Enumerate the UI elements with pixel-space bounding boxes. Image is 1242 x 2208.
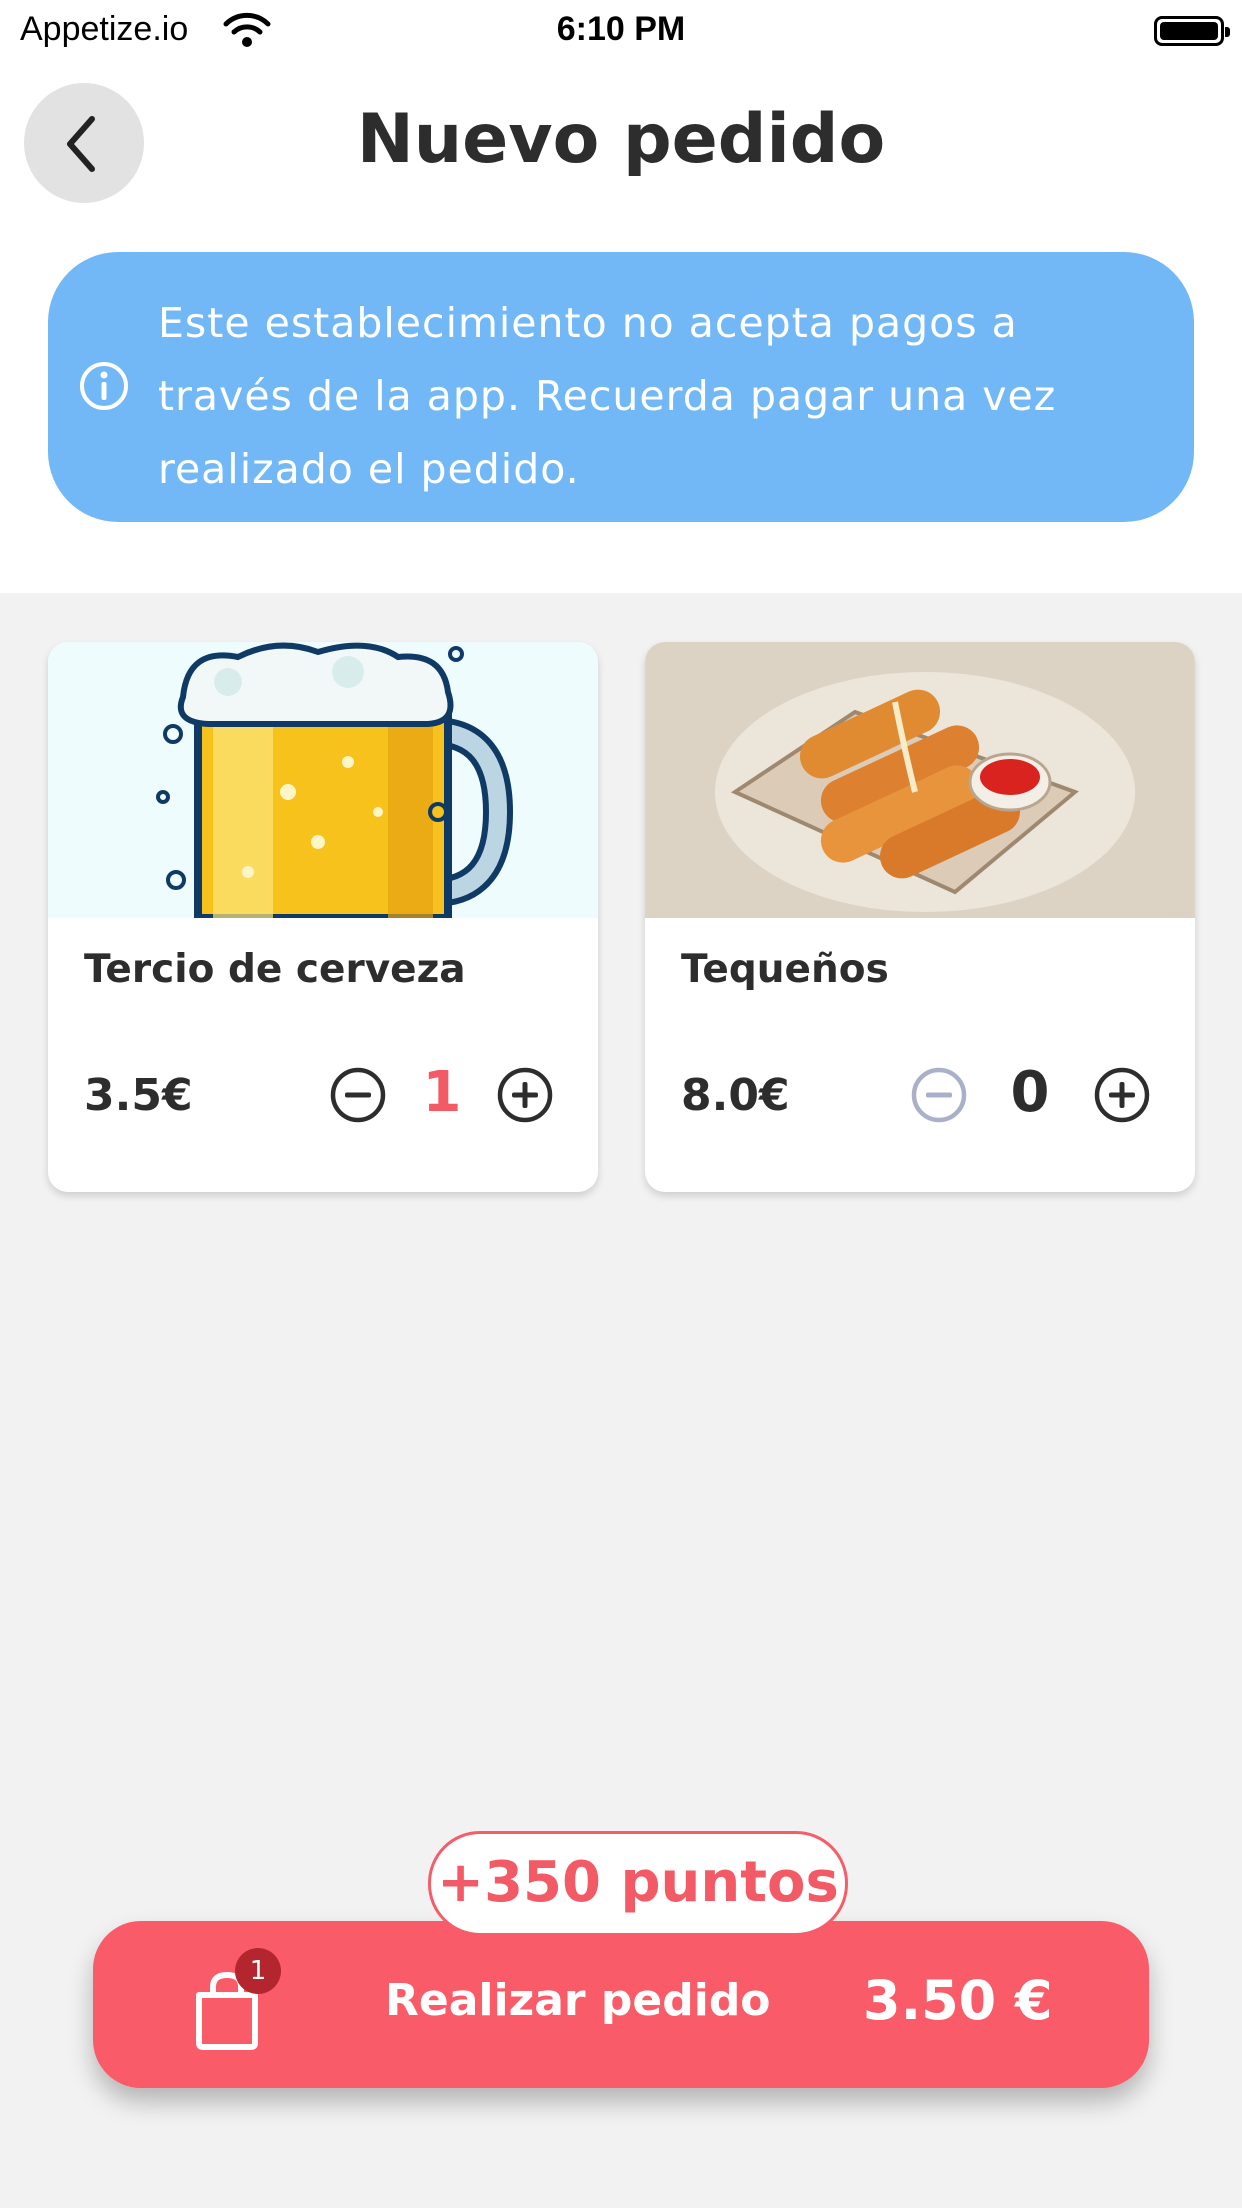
product-price: 8.0€: [681, 1070, 790, 1121]
increase-quantity-button[interactable]: [496, 1066, 554, 1124]
product-card[interactable]: Tercio de cerveza 3.5€ 1: [48, 642, 598, 1192]
points-badge: +350 puntos: [428, 1831, 848, 1936]
place-order-button[interactable]: 1 Realizar pedido 3.50 €: [93, 1921, 1149, 2088]
beer-mug-image: [48, 642, 598, 918]
battery-icon: [1154, 16, 1230, 46]
status-bar: Appetize.io 6:10 PM: [0, 0, 1242, 62]
wifi-icon: [223, 12, 271, 47]
chevron-left-icon: [67, 116, 95, 172]
decrease-quantity-button[interactable]: [329, 1066, 387, 1124]
tequenos-image: [645, 642, 1195, 918]
back-button[interactable]: [24, 83, 144, 203]
increase-quantity-button[interactable]: [1093, 1066, 1151, 1124]
payment-notice-text: Este establecimiento no acepta pagos a t…: [158, 299, 1057, 493]
carrier-label: Appetize.io: [20, 10, 189, 48]
product-name: Tercio de cerveza: [84, 947, 466, 992]
product-price: 3.5€: [84, 1070, 193, 1121]
decrease-quantity-button[interactable]: [910, 1066, 968, 1124]
quantity-value: 0: [1010, 1060, 1050, 1125]
place-order-label: Realizar pedido: [385, 1975, 771, 2026]
product-name: Tequeños: [681, 947, 889, 992]
product-card[interactable]: Tequeños 8.0€ 0: [645, 642, 1195, 1192]
info-icon: [80, 362, 128, 410]
quantity-value: 1: [422, 1060, 462, 1125]
cart-count-badge: 1: [235, 1948, 281, 1994]
order-total: 3.50 €: [863, 1969, 1053, 2032]
